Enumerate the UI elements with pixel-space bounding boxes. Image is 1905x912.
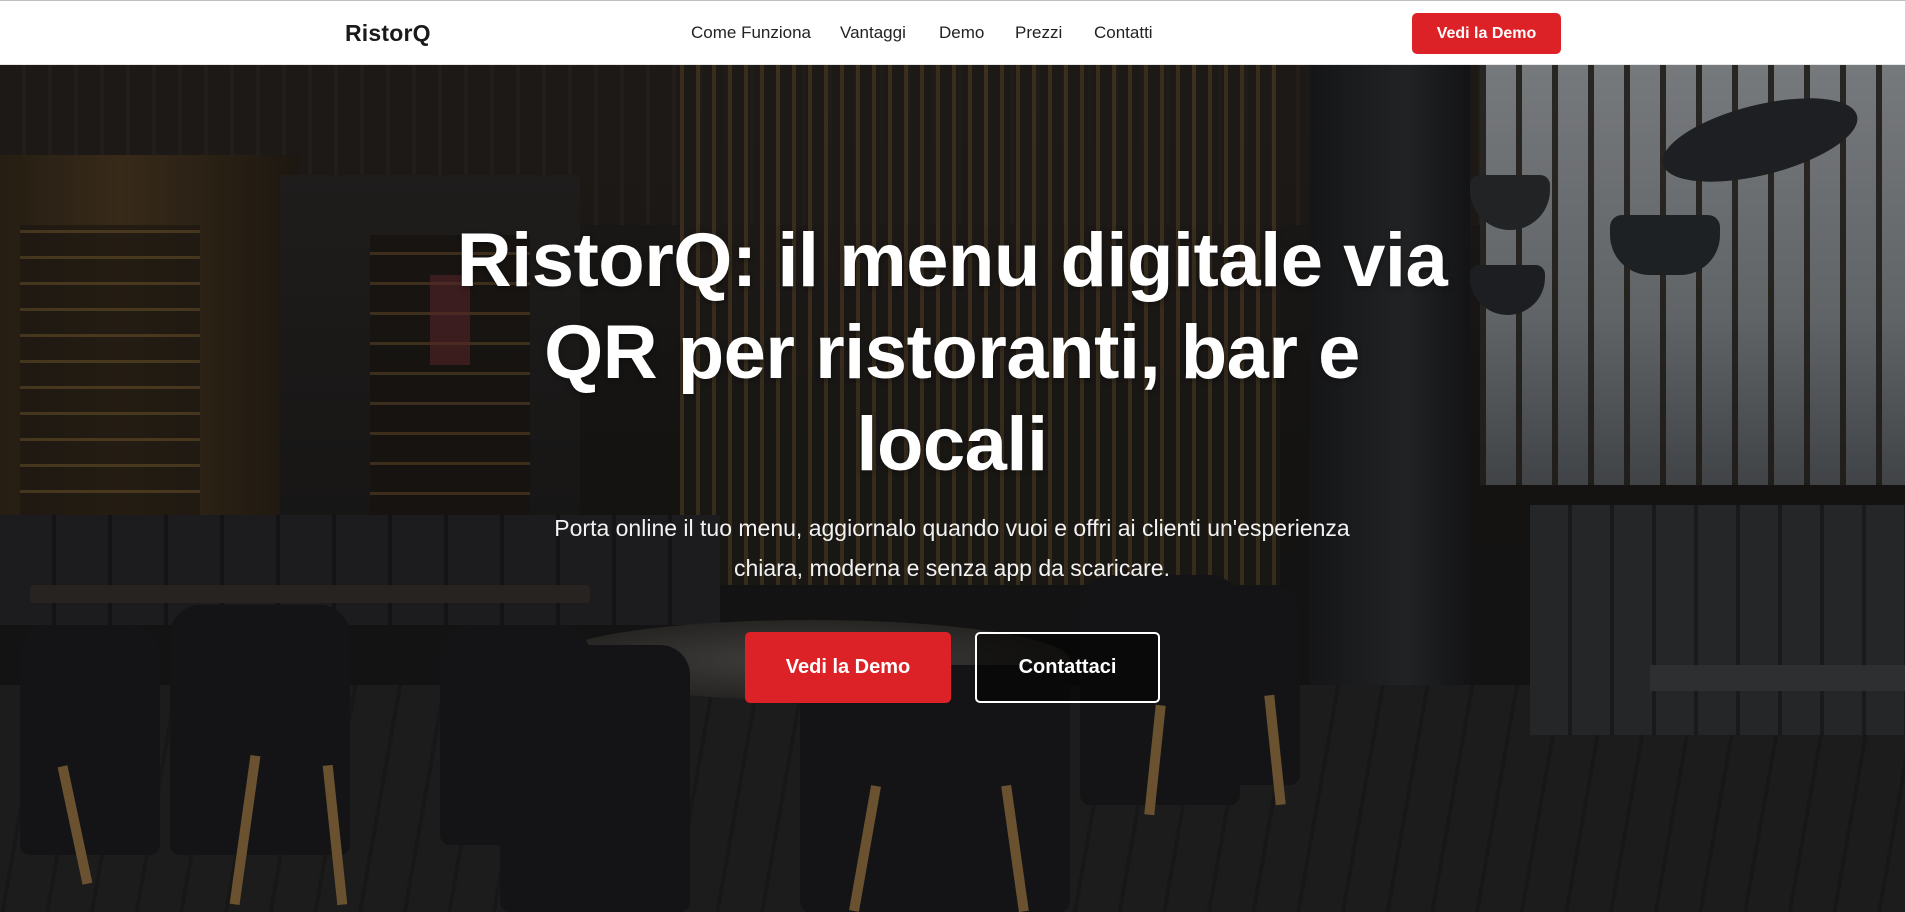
hero-title: RistorQ: il menu digitale via QR per ris… [456,218,1448,487]
hero-contact-button[interactable]: Contattaci [975,632,1160,703]
hero-subtitle: Porta online il tuo menu, aggiornalo qua… [554,515,1350,581]
hero-demo-button[interactable]: Vedi la Demo [745,632,951,703]
nav-link-vantaggi[interactable]: Vantaggi [840,23,906,43]
main-nav: Come Funziona Vantaggi Demo Prezzi Conta… [0,23,1905,47]
nav-link-come-funziona[interactable]: Come Funziona [691,23,811,43]
header-demo-button[interactable]: Vedi la Demo [1412,13,1561,54]
nav-link-demo[interactable]: Demo [939,23,984,43]
top-navigation-bar: RistorQ Come Funziona Vantaggi Demo Prez… [0,0,1905,65]
nav-link-prezzi[interactable]: Prezzi [1015,23,1062,43]
nav-link-contatti[interactable]: Contatti [1094,23,1153,43]
